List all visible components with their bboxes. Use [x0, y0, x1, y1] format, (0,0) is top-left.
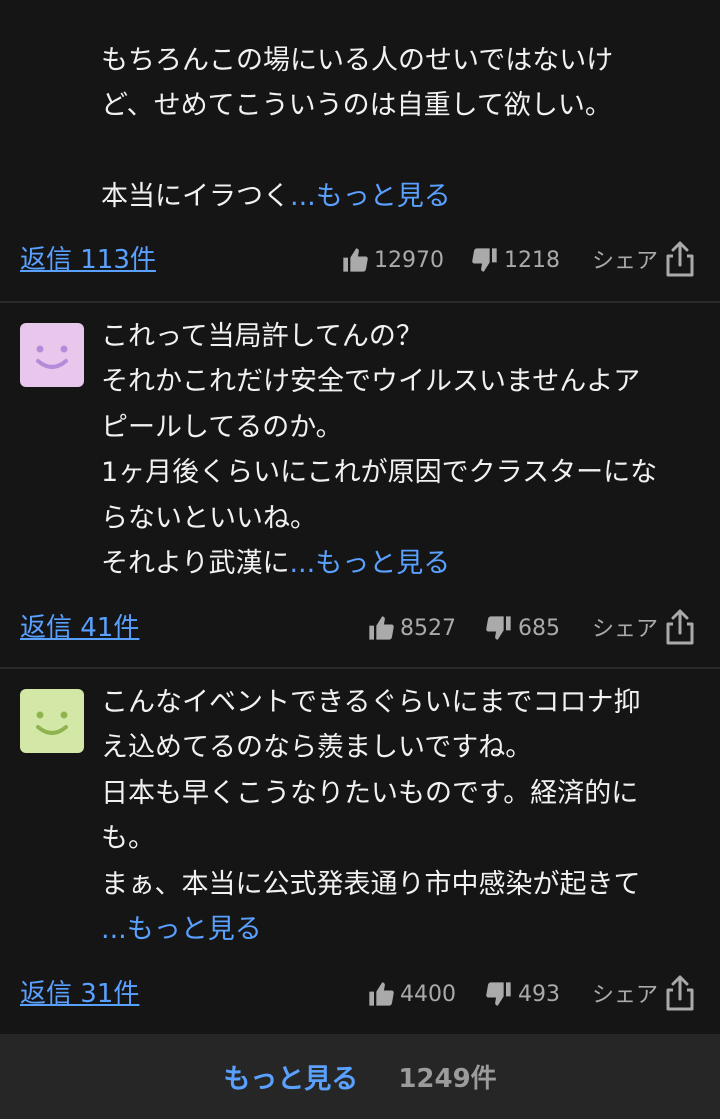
reply-link[interactable]: 返信 41件 [20, 608, 139, 648]
share-button[interactable]: シェア [592, 968, 696, 1018]
comment-text: こんなイベントできるぐらいにまでコロナ抑 え込めてるのなら羨ましいですね。 日本… [101, 687, 641, 946]
comment-actions: 返信 41件 8527 685 シェア [0, 608, 720, 648]
like-count: 8527 [400, 615, 456, 641]
comment-3: こんなイベントできるぐらいにまでコロナ抑 え込めてるのなら羨ましいですね。 日本… [0, 668, 720, 1034]
share-icon [666, 609, 694, 645]
thumbs-down-icon [472, 248, 497, 272]
read-more-link[interactable]: ...もっと見る [101, 914, 262, 945]
thumbs-up-icon [369, 982, 394, 1006]
comment-count: 1249件 [398, 1064, 497, 1094]
comment-1: もちろんこの場にいる人のせいではないけ ど、せめてこういうのは自重して欲しい。 … [0, 0, 720, 302]
read-more-link[interactable]: ...もっと見る [290, 181, 451, 212]
smiley-avatar-icon [20, 689, 84, 753]
share-label: シェア [591, 249, 658, 274]
like-button[interactable]: 8527 [366, 608, 456, 648]
load-more-button[interactable]: もっと見る [223, 1057, 358, 1096]
thumbs-down-icon [486, 982, 511, 1006]
avatar[interactable] [20, 689, 84, 753]
dislike-count: 685 [518, 615, 560, 641]
share-icon [666, 241, 694, 277]
like-button[interactable]: 12970 [340, 240, 444, 280]
comment-actions: 返信 31件 4400 493 シェア [0, 974, 720, 1014]
dislike-button[interactable]: 493 [484, 974, 560, 1014]
read-more-link[interactable]: ...もっと見る [289, 548, 450, 579]
thumbs-up-icon [369, 616, 394, 640]
dislike-button[interactable]: 685 [484, 608, 560, 648]
comment-text: もちろんこの場にいる人のせいではないけ ど、せめてこういうのは自重して欲しい。 … [101, 45, 614, 213]
like-button[interactable]: 4400 [366, 974, 456, 1014]
like-count: 4400 [400, 981, 456, 1007]
thumbs-down-icon [486, 616, 511, 640]
dislike-count: 493 [518, 981, 560, 1007]
share-icon [666, 975, 694, 1011]
share-button[interactable]: シェア [592, 234, 696, 284]
share-label: シェア [591, 983, 658, 1008]
share-label: シェア [591, 617, 658, 642]
reply-link[interactable]: 返信 113件 [20, 240, 156, 280]
dislike-button[interactable]: 1218 [470, 240, 560, 280]
reply-link[interactable]: 返信 31件 [20, 974, 139, 1014]
like-count: 12970 [374, 247, 444, 273]
share-button[interactable]: シェア [592, 602, 696, 652]
comment-actions: 返信 113件 12970 1218 シェア [0, 240, 720, 280]
comment-2: これって当局許してんの？ それかこれだけ安全でウイルスいませんよア ピールしてる… [0, 302, 720, 668]
dislike-count: 1218 [504, 247, 560, 273]
load-more-bar[interactable]: もっと見る 1249件 [0, 1034, 720, 1119]
avatar[interactable] [20, 323, 84, 387]
comment-text: これって当局許してんの？ それかこれだけ安全でウイルスいませんよア ピールしてる… [101, 321, 658, 580]
smiley-avatar-icon [20, 323, 84, 387]
thumbs-up-icon [343, 248, 368, 272]
